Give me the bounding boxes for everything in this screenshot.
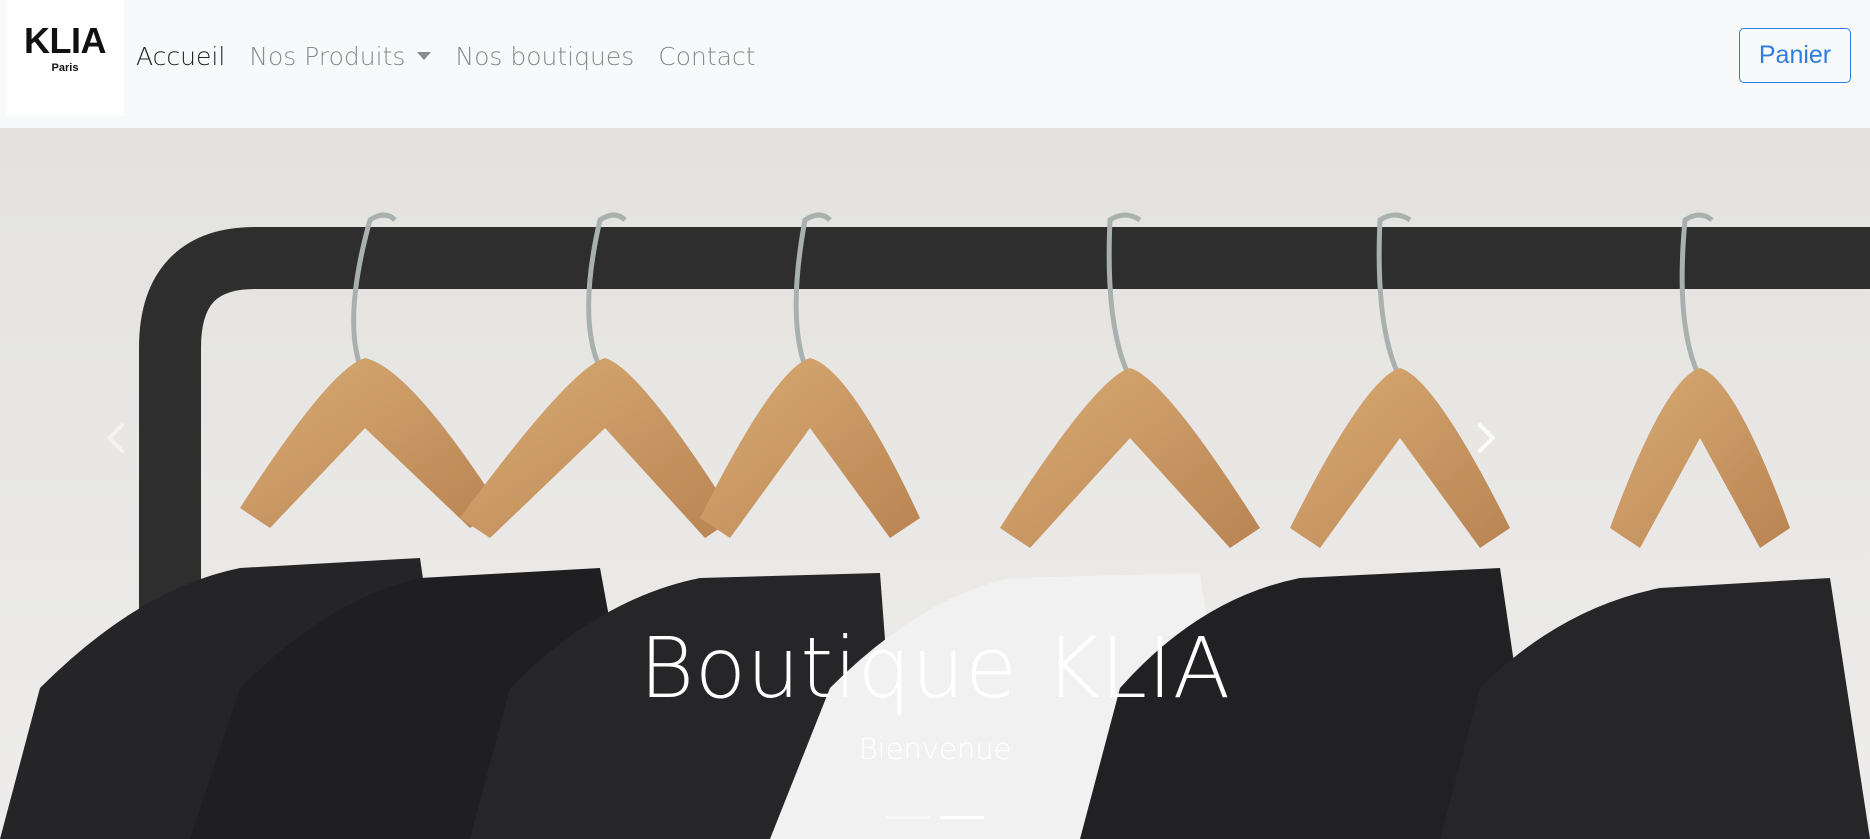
navbar: KLIA Paris Accueil Nos Produits Nos bout… [0,0,1870,128]
cart-button[interactable]: Panier [1739,28,1851,83]
nav-item-nos-boutiques[interactable]: Nos boutiques [455,42,634,71]
nav-item-contact[interactable]: Contact [658,42,755,71]
carousel-prev-button[interactable] [92,398,152,478]
nav-item-label: Nos Produits [249,41,406,71]
hero-title: Boutique KLIA [639,619,1231,717]
chevron-left-icon [106,422,138,454]
nav-item-accueil[interactable]: Accueil [136,42,225,71]
nav-item-label: Accueil [136,41,226,71]
nav-item-label: Contact [658,41,756,71]
brand-sub: Paris [51,62,79,74]
caret-down-icon [417,52,432,60]
brand-logo[interactable]: KLIA Paris [6,0,124,116]
carousel-indicator[interactable] [886,816,930,819]
carousel-next-button[interactable] [1450,398,1510,478]
hero-subtitle: Bienvenue [858,732,1012,766]
chevron-right-icon [1464,422,1496,454]
brand-name: KLIA [24,20,107,61]
nav-links: Accueil Nos Produits Nos boutiques Conta… [136,36,780,76]
nav-item-nos-produits[interactable]: Nos Produits [249,41,432,71]
carousel-indicators [0,816,1870,819]
nav-item-label: Nos boutiques [455,41,635,71]
carousel-indicator-active[interactable] [940,816,984,819]
hero-carousel: Boutique KLIA Bienvenue [0,128,1870,839]
